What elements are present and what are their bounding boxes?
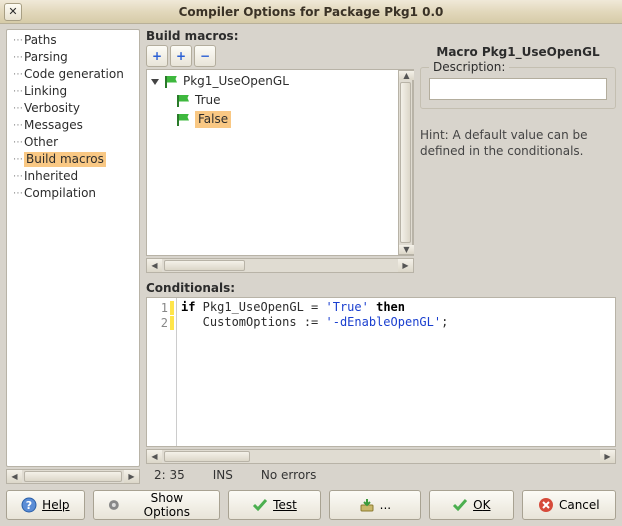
editor-gutter: 12 bbox=[147, 298, 177, 446]
show-options-button[interactable]: Show Options bbox=[93, 490, 221, 520]
edit-mode: INS bbox=[213, 468, 233, 482]
flag-icon bbox=[165, 76, 179, 88]
editor-code[interactable]: if Pkg1_UseOpenGL = 'True' then CustomOp… bbox=[177, 298, 615, 446]
macro-tree-value[interactable]: True bbox=[149, 91, 396, 110]
help-label: Help bbox=[42, 498, 69, 512]
scroll-down-icon[interactable]: ▼ bbox=[399, 245, 414, 254]
sidebar-horizontal-scrollbar[interactable]: ◀ ▶ bbox=[6, 469, 140, 484]
ok-button[interactable]: OK bbox=[429, 490, 514, 520]
save-icon bbox=[359, 497, 375, 513]
scroll-left-icon[interactable]: ◀ bbox=[147, 259, 162, 272]
scroll-left-icon[interactable]: ◀ bbox=[147, 450, 162, 463]
sidebar-item-label: Inherited bbox=[24, 169, 78, 184]
macro-name: Pkg1_UseOpenGL bbox=[183, 73, 289, 90]
cancel-icon bbox=[538, 497, 554, 513]
cancel-label: Cancel bbox=[559, 498, 600, 512]
titlebar: ✕ Compiler Options for Package Pkg1 0.0 bbox=[0, 0, 622, 24]
sidebar-item[interactable]: ⋯Inherited bbox=[7, 168, 139, 185]
export-label: ... bbox=[380, 498, 391, 512]
tree-dots-icon: ⋯ bbox=[13, 84, 22, 99]
expand-icon[interactable] bbox=[151, 79, 159, 85]
plus-icon: + bbox=[176, 49, 186, 63]
tree-dots-icon: ⋯ bbox=[13, 101, 22, 116]
sidebar-item[interactable]: ⋯Code generation bbox=[7, 66, 139, 83]
svg-text:?: ? bbox=[26, 499, 32, 512]
flag-icon bbox=[177, 95, 191, 107]
macro-tree-vertical-scrollbar[interactable]: ▲ ▼ bbox=[398, 70, 413, 255]
plus-icon: + bbox=[152, 49, 162, 63]
export-button[interactable]: ... bbox=[329, 490, 421, 520]
help-icon: ? bbox=[21, 497, 37, 513]
cursor-position: 2: 35 bbox=[154, 468, 185, 482]
gear-icon bbox=[106, 497, 122, 513]
flag-icon bbox=[177, 114, 191, 126]
check-icon bbox=[452, 497, 468, 513]
description-label: Description: bbox=[429, 60, 509, 74]
remove-button[interactable]: − bbox=[194, 45, 216, 67]
window-title: Compiler Options for Package Pkg1 0.0 bbox=[0, 5, 622, 19]
editor-horizontal-scrollbar[interactable]: ◀ ▶ bbox=[146, 449, 616, 464]
tree-dots-icon: ⋯ bbox=[13, 118, 22, 133]
sidebar-item-label: Compilation bbox=[24, 186, 96, 201]
hint-text: Hint: A default value can be defined in … bbox=[420, 127, 616, 159]
macro-value-label: True bbox=[195, 92, 221, 109]
cancel-button[interactable]: Cancel bbox=[522, 490, 616, 520]
tree-dots-icon: ⋯ bbox=[13, 152, 22, 167]
sidebar-item[interactable]: ⋯Messages bbox=[7, 117, 139, 134]
help-button[interactable]: ? Help bbox=[6, 490, 85, 520]
sidebar-item-label: Messages bbox=[24, 118, 83, 133]
macro-tree[interactable]: Pkg1_UseOpenGL True False bbox=[147, 70, 398, 255]
sidebar-item-label: Code generation bbox=[24, 67, 124, 82]
sidebar-item[interactable]: ⋯Paths bbox=[7, 32, 139, 49]
sidebar-item-label: Other bbox=[24, 135, 58, 150]
tree-dots-icon: ⋯ bbox=[13, 33, 22, 48]
scroll-right-icon[interactable]: ▶ bbox=[398, 259, 413, 272]
editor-statusbar: 2: 35 INS No errors bbox=[146, 466, 616, 484]
tree-dots-icon: ⋯ bbox=[13, 186, 22, 201]
add-value-button[interactable]: + bbox=[170, 45, 192, 67]
test-button[interactable]: Test bbox=[228, 490, 320, 520]
tree-dots-icon: ⋯ bbox=[13, 67, 22, 82]
macro-value-label: False bbox=[195, 111, 231, 128]
sidebar-item-label: Build macros bbox=[24, 152, 106, 167]
description-group: Description: bbox=[420, 67, 616, 109]
tree-dots-icon: ⋯ bbox=[13, 135, 22, 150]
macro-tree-value[interactable]: False bbox=[149, 110, 396, 129]
scroll-left-icon[interactable]: ◀ bbox=[7, 470, 22, 483]
add-macro-button[interactable]: + bbox=[146, 45, 168, 67]
sidebar-item[interactable]: ⋯Build macros bbox=[7, 151, 139, 168]
check-icon bbox=[252, 497, 268, 513]
sidebar-item[interactable]: ⋯Linking bbox=[7, 83, 139, 100]
build-macros-label: Build macros: bbox=[146, 29, 616, 43]
sidebar-item[interactable]: ⋯Other bbox=[7, 134, 139, 151]
show-options-label: Show Options bbox=[126, 491, 207, 519]
category-sidebar[interactable]: ⋯Paths⋯Parsing⋯Code generation⋯Linking⋯V… bbox=[6, 29, 140, 467]
conditionals-editor[interactable]: 12 if Pkg1_UseOpenGL = 'True' then Custo… bbox=[146, 297, 616, 447]
error-status: No errors bbox=[261, 468, 316, 482]
ok-label: OK bbox=[473, 498, 490, 512]
close-button[interactable]: ✕ bbox=[4, 3, 22, 21]
sidebar-item-label: Verbosity bbox=[24, 101, 80, 116]
minus-icon: − bbox=[200, 49, 210, 63]
tree-dots-icon: ⋯ bbox=[13, 169, 22, 184]
close-icon: ✕ bbox=[8, 5, 17, 18]
scroll-right-icon[interactable]: ▶ bbox=[124, 470, 139, 483]
sidebar-item-label: Parsing bbox=[24, 50, 68, 65]
test-label: Test bbox=[273, 498, 297, 512]
macro-tree-root[interactable]: Pkg1_UseOpenGL bbox=[149, 72, 396, 91]
sidebar-item-label: Linking bbox=[24, 84, 67, 99]
tree-dots-icon: ⋯ bbox=[13, 50, 22, 65]
sidebar-item-label: Paths bbox=[24, 33, 57, 48]
scroll-up-icon[interactable]: ▲ bbox=[399, 71, 414, 80]
description-input[interactable] bbox=[429, 78, 607, 100]
macro-tree-horizontal-scrollbar[interactable]: ◀ ▶ bbox=[146, 258, 414, 273]
scroll-right-icon[interactable]: ▶ bbox=[600, 450, 615, 463]
sidebar-item[interactable]: ⋯Verbosity bbox=[7, 100, 139, 117]
macro-heading: Macro Pkg1_UseOpenGL bbox=[420, 45, 616, 59]
conditionals-label: Conditionals: bbox=[146, 281, 616, 295]
sidebar-item[interactable]: ⋯Parsing bbox=[7, 49, 139, 66]
sidebar-item[interactable]: ⋯Compilation bbox=[7, 185, 139, 202]
